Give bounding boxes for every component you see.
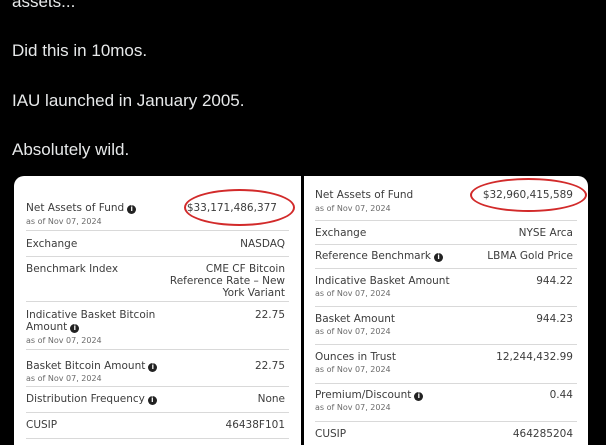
distribution-value: None [257, 393, 285, 405]
basket-amount-date: as of Nov 07, 2024 [315, 327, 391, 336]
premium-discount-date: as of Nov 07, 2024 [315, 403, 391, 412]
premium-discount-row: Premium/Discount i as of Nov 07, 2024 0.4… [315, 383, 577, 422]
indicative-basket-date: as of Nov 07, 2024 [315, 289, 391, 298]
basket-bitcoin-row: Basket Bitcoin Amount i as of Nov 07, 202… [26, 349, 289, 387]
indicative-basket-value: 22.75 [254, 309, 285, 321]
basket-bitcoin-date: as of Nov 07, 2024 [26, 374, 102, 383]
basket-amount-row: Basket Amount as of Nov 07, 2024 944.23 [315, 306, 577, 345]
ounces-in-trust-row: Ounces in Trust as of Nov 07, 2024 12,24… [315, 344, 577, 384]
reference-benchmark-row: Reference Benchmark i LBMA Gold Price [315, 244, 577, 269]
cusip-label: CUSIP [26, 419, 58, 431]
benchmark-value-line-3: York Variant [222, 287, 285, 299]
indicative-basket-row: Indicative Basket Bitcoin Amount i as of … [26, 301, 289, 350]
exchange-label: Exchange [26, 238, 78, 250]
net-assets-date: as of Nov 07, 2024 [315, 204, 391, 213]
premium-discount-value: 0.44 [549, 389, 573, 401]
basket-bitcoin-label: Basket Bitcoin Amount i [26, 360, 158, 373]
ounces-in-trust-label: Ounces in Trust [315, 351, 396, 363]
exchange-label: Exchange [315, 227, 367, 239]
reference-benchmark-label: Reference Benchmark i [315, 250, 444, 263]
info-icon: i [414, 392, 424, 401]
info-icon: i [70, 324, 80, 333]
exchange-value: NYSE Arca [518, 227, 573, 239]
tweet-image-right-fund-card[interactable]: Net Assets of Fund as of Nov 07, 2024 $3… [304, 176, 588, 445]
net-assets-label: Net Assets of Fund [315, 189, 414, 201]
indicative-basket-date: as of Nov 07, 2024 [26, 336, 102, 345]
net-assets-label: Net Assets of Fund i [26, 202, 137, 215]
premium-discount-label: Premium/Discount i [315, 389, 424, 402]
info-icon: i [148, 363, 158, 372]
reference-benchmark-value: LBMA Gold Price [487, 250, 573, 262]
net-assets-row: Net Assets of Fund as of Nov 07, 2024 $3… [315, 176, 587, 221]
highlight-circle [184, 189, 295, 226]
tweet-text-line-3: IAU launched in January 2005. [12, 91, 245, 110]
benchmark-row: Benchmark Index CME CF Bitcoin Reference… [26, 256, 289, 302]
info-icon: i [434, 253, 444, 262]
highlight-circle [470, 178, 587, 212]
info-icon: i [147, 396, 157, 405]
tweet-text-line-4: Absolutely wild. [12, 140, 130, 159]
indicative-basket-value: 944.22 [536, 275, 573, 287]
cusip-row: CUSIP 464285204 [315, 421, 577, 445]
basket-amount-label: Basket Amount [315, 313, 395, 325]
exchange-value: NASDAQ [240, 238, 285, 250]
distribution-row: Distribution Frequency i None [26, 386, 289, 413]
exchange-row: Exchange NYSE Arca [315, 220, 577, 245]
net-assets-row: Net Assets of Fund i as of Nov 07, 2024 $… [26, 189, 295, 231]
basket-bitcoin-value: 22.75 [254, 360, 285, 372]
ounces-in-trust-value: 12,244,432.99 [496, 351, 573, 363]
benchmark-label: Benchmark Index [26, 263, 119, 275]
cusip-label: CUSIP [315, 428, 347, 440]
ounces-in-trust-date: as of Nov 07, 2024 [315, 365, 391, 374]
exchange-row: Exchange NASDAQ [26, 230, 289, 257]
indicative-basket-row: Indicative Basket Amount as of Nov 07, 2… [315, 268, 577, 307]
basket-amount-value: 944.23 [536, 313, 573, 325]
cusip-value: 464285204 [512, 428, 573, 440]
distribution-label: Distribution Frequency i [26, 393, 157, 406]
cusip-row: CUSIP 46438F101 [26, 412, 289, 439]
tweet-text-line-2: Did this in 10mos. [12, 41, 148, 60]
indicative-basket-label: Indicative Basket Amount [315, 275, 450, 287]
tweet-image-left-fund-card[interactable]: Net Assets of Fund i as of Nov 07, 2024 $… [14, 176, 301, 445]
info-icon: i [127, 205, 137, 214]
indicative-basket-label-line-2: Amount i [26, 321, 80, 334]
cusip-value: 46438F101 [225, 419, 285, 431]
tweet-text-line-1: assets... [12, 0, 76, 11]
net-assets-date: as of Nov 07, 2024 [26, 217, 102, 226]
